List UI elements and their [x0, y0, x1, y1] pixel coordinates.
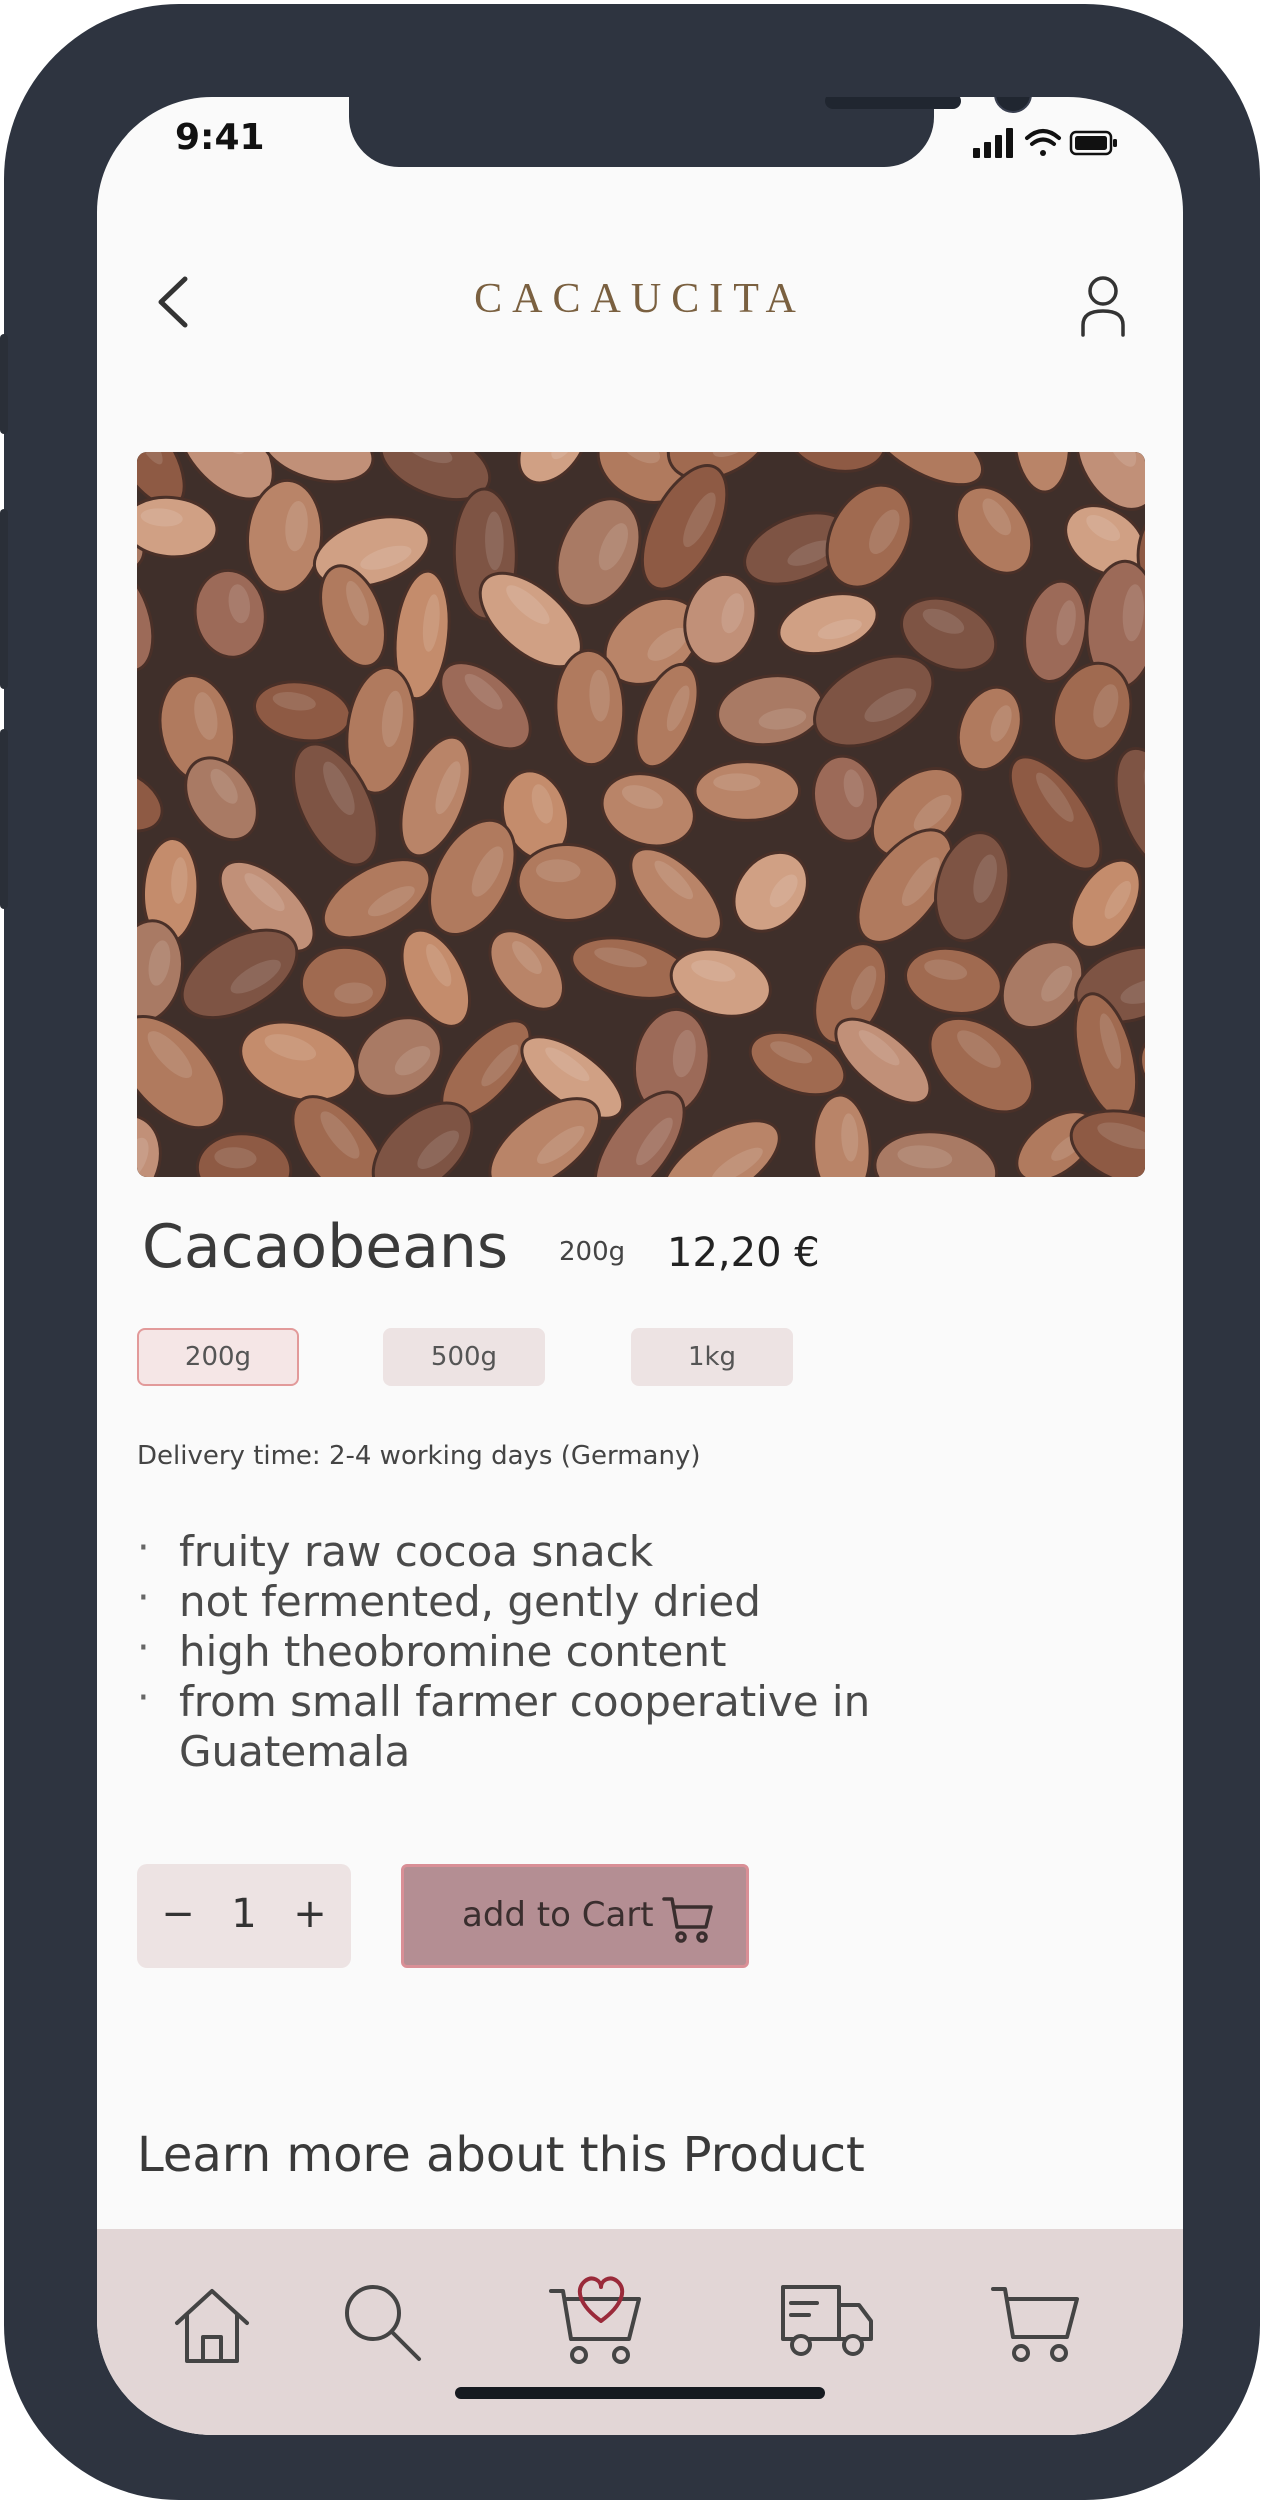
app-screen: 9:41 CACAUCITA Cacaobeans 200g 12,20 € 2…	[97, 97, 1183, 2435]
quantity-value: 1	[231, 1891, 257, 1937]
side-button-volume-down	[0, 729, 8, 909]
product-photo	[137, 452, 1145, 1177]
cart-icon[interactable]	[987, 2269, 1083, 2369]
feature-item: not fermented, gently dried	[137, 1573, 939, 1627]
delivery-time: Delivery time: 2-4 working days (Germany…	[137, 1441, 701, 1471]
battery-icon	[1069, 130, 1117, 156]
status-time: 9:41	[175, 117, 265, 158]
cocoa-beans-image	[137, 452, 1145, 1177]
profile-icon[interactable]	[1073, 273, 1133, 343]
weight-option-200g[interactable]: 200g	[137, 1328, 299, 1386]
cart-icon	[662, 1897, 713, 1943]
cart-heart-icon[interactable]	[545, 2259, 645, 2369]
phone-frame: 9:41 CACAUCITA Cacaobeans 200g 12,20 € 2…	[0, 4, 1260, 2500]
brand-logo: CACAUCITA	[474, 276, 806, 322]
status-icons	[973, 128, 1117, 158]
weight-option-500g[interactable]: 500g	[383, 1328, 545, 1386]
side-button-silent	[0, 334, 8, 434]
feature-item: from small farmer cooperative in Guatema…	[137, 1673, 939, 1777]
side-button-volume-up	[0, 509, 8, 689]
weight-option-1kg[interactable]: 1kg	[631, 1328, 793, 1386]
signal-icon	[973, 128, 1013, 158]
notch	[349, 97, 1032, 167]
learn-more-link[interactable]: Learn more about this Product	[137, 2127, 865, 2183]
quantity-increase-button[interactable]: +	[285, 1884, 335, 1944]
product-price: 12,20 €	[667, 1230, 820, 1276]
add-to-cart-button[interactable]: add to Cart	[401, 1864, 749, 1968]
wifi-icon	[1025, 129, 1061, 156]
feature-item: high theobromine content	[137, 1623, 939, 1677]
quantity-decrease-button[interactable]: −	[153, 1884, 203, 1944]
home-indicator[interactable]	[455, 2387, 825, 2399]
speaker	[825, 97, 961, 109]
selected-weight: 200g	[559, 1237, 626, 1267]
tab-bar	[97, 2229, 1183, 2435]
delivery-truck-icon[interactable]	[777, 2269, 877, 2369]
front-camera	[994, 97, 1032, 113]
product-title: Cacaobeans	[142, 1212, 509, 1282]
weight-option-label: 1kg	[687, 1342, 737, 1372]
feature-item: fruity raw cocoa snack	[137, 1523, 939, 1577]
weight-option-label: 200g	[184, 1342, 252, 1372]
add-to-cart-label: add to Cart	[462, 1895, 654, 1935]
home-icon[interactable]	[167, 2281, 257, 2371]
weight-option-label: 500g	[430, 1342, 498, 1372]
quantity-stepper: − 1 +	[137, 1864, 351, 1968]
search-icon[interactable]	[337, 2277, 427, 2367]
feature-list: fruity raw cocoa snack not fermented, ge…	[137, 1523, 939, 1777]
